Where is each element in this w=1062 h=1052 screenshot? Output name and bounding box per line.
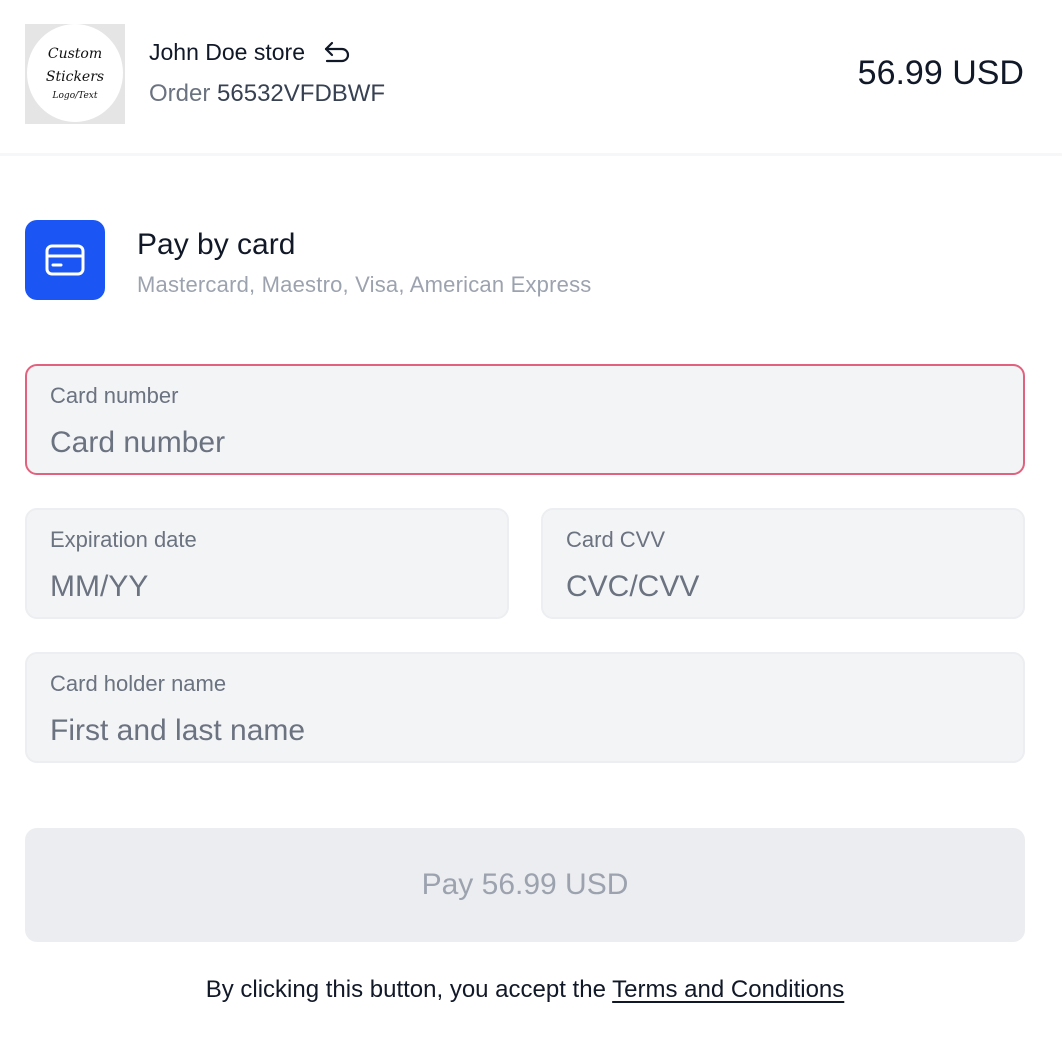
store-name: John Doe store xyxy=(149,38,305,65)
card-number-field[interactable]: Card number xyxy=(25,364,1025,475)
logo-text-line1: Custom xyxy=(47,46,103,62)
payment-method-brands: Mastercard, Maestro, Visa, American Expr… xyxy=(137,272,592,297)
card-number-input[interactable] xyxy=(50,422,1000,464)
payment-method-title: Pay by card xyxy=(137,228,296,261)
order-id: 56532VFDBWF xyxy=(217,80,386,107)
card-number-label: Card number xyxy=(50,383,179,408)
card-holder-field[interactable]: Card holder name xyxy=(25,652,1025,763)
store-logo-badge: Custom Stickers Logo/Text xyxy=(27,24,123,122)
order-info: Order 56532VFDBWF xyxy=(149,80,385,108)
order-label: Order xyxy=(149,80,211,107)
store-row: John Doe store xyxy=(149,36,351,68)
terms-notice: By clicking this button, you accept the … xyxy=(0,976,1050,1004)
expiration-date-label: Expiration date xyxy=(50,527,197,552)
card-holder-input[interactable] xyxy=(50,710,1000,752)
expiration-date-input[interactable] xyxy=(50,566,484,608)
card-holder-label: Card holder name xyxy=(50,671,227,696)
store-logo: Custom Stickers Logo/Text xyxy=(25,24,125,124)
payment-method-card[interactable]: Pay by card Mastercard, Maestro, Visa, A… xyxy=(25,220,1025,300)
return-arrow-icon[interactable] xyxy=(323,41,351,63)
order-total: 56.99 USD xyxy=(857,54,1024,92)
card-cvv-label: Card CVV xyxy=(566,527,666,552)
checkout-header: Custom Stickers Logo/Text John Doe store… xyxy=(0,0,1062,156)
terms-text: By clicking this button, you accept the xyxy=(205,976,606,1003)
card-cvv-input[interactable] xyxy=(566,566,1000,608)
logo-text-line3: Logo/Text xyxy=(52,91,98,101)
terms-link[interactable]: Terms and Conditions xyxy=(612,976,844,1003)
pay-button[interactable]: Pay 56.99 USD xyxy=(25,828,1025,942)
expiration-date-field[interactable]: Expiration date xyxy=(25,508,509,619)
credit-card-icon xyxy=(25,220,105,300)
logo-text-line2: Stickers xyxy=(45,69,105,85)
card-cvv-field[interactable]: Card CVV xyxy=(541,508,1025,619)
